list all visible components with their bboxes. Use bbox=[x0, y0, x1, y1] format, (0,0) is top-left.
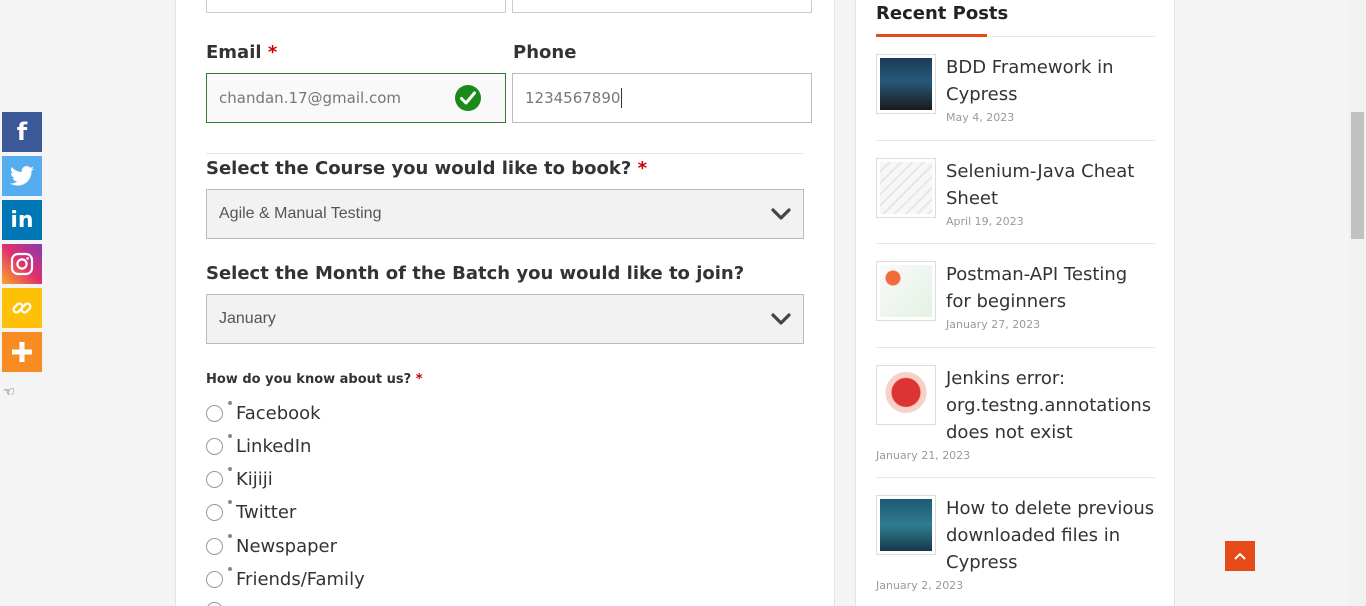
radio-label: Friends/Family bbox=[228, 566, 365, 590]
twitter-share-button[interactable] bbox=[2, 156, 42, 196]
radio-option-linkedin[interactable]: LinkedIn bbox=[206, 433, 311, 459]
course-selected-value: Agile & Manual Testing bbox=[219, 205, 382, 222]
facebook-share-button[interactable]: f bbox=[2, 112, 42, 152]
radio-option-kijiji[interactable]: Kijiji bbox=[206, 466, 273, 492]
radio-label: Twitter bbox=[227, 499, 297, 523]
sidebar: Recent Posts BDD Framework in Cypress Ma… bbox=[855, 0, 1175, 606]
previous-field-right[interactable] bbox=[512, 0, 812, 13]
post-separator bbox=[876, 140, 1155, 141]
chevron-down-icon bbox=[771, 313, 791, 325]
post-separator bbox=[876, 347, 1155, 348]
back-to-top-button[interactable] bbox=[1225, 541, 1255, 571]
chevron-down-icon bbox=[771, 208, 791, 220]
post-title-link[interactable]: Postman-API Testing for beginners bbox=[946, 261, 1156, 315]
radio-label: Kijiji bbox=[228, 466, 273, 490]
month-selected-value: January bbox=[219, 310, 276, 327]
more-share-button[interactable] bbox=[2, 332, 42, 372]
post-date: April 19, 2023 bbox=[946, 215, 1024, 228]
instagram-icon bbox=[10, 252, 34, 276]
required-mark: * bbox=[267, 42, 278, 63]
plus-icon bbox=[12, 342, 32, 362]
post-title-link[interactable]: Selenium-Java Cheat Sheet bbox=[946, 158, 1156, 212]
post-separator bbox=[876, 243, 1155, 244]
post-date: May 4, 2023 bbox=[946, 111, 1015, 124]
post-thumbnail[interactable] bbox=[876, 365, 936, 425]
previous-field-left[interactable] bbox=[206, 0, 506, 13]
post-thumbnail[interactable] bbox=[876, 54, 936, 114]
page: f in ☜ Email * Phone chandan.17@gmail.co… bbox=[0, 0, 1366, 606]
radio-option-newspaper[interactable]: Newspaper bbox=[206, 533, 337, 559]
radio-label: Facebook bbox=[228, 400, 321, 424]
radio-option-twitter[interactable]: Twitter bbox=[206, 499, 296, 525]
course-select[interactable]: Agile & Manual Testing bbox=[206, 189, 804, 239]
course-label: Select the Course you would like to book… bbox=[206, 158, 648, 179]
radio-button[interactable] bbox=[206, 404, 223, 422]
booking-form: Email * Phone chandan.17@gmail.com 12345… bbox=[175, 0, 835, 606]
post-title-link[interactable]: BDD Framework in Cypress bbox=[946, 54, 1156, 108]
radio-option-partial[interactable] bbox=[206, 597, 236, 606]
twitter-icon bbox=[10, 166, 34, 186]
radio-button[interactable] bbox=[206, 601, 223, 606]
email-label: Email * bbox=[206, 42, 278, 63]
valid-check-icon bbox=[455, 85, 481, 111]
month-select[interactable]: January bbox=[206, 294, 804, 344]
linkedin-icon: in bbox=[10, 207, 34, 233]
post-separator bbox=[876, 477, 1155, 478]
source-label: How do you know about us? * bbox=[206, 372, 423, 387]
post-title-link[interactable]: Jenkins error: org.testng.annotations do… bbox=[946, 365, 1156, 446]
radio-option-facebook[interactable]: Facebook bbox=[206, 400, 321, 426]
month-label: Select the Month of the Batch you would … bbox=[206, 263, 745, 284]
radio-button[interactable] bbox=[206, 537, 223, 555]
radio-label: Newspaper bbox=[228, 533, 337, 557]
email-value: chandan.17@gmail.com bbox=[219, 89, 401, 107]
radio-button[interactable] bbox=[206, 470, 223, 488]
instagram-share-button[interactable] bbox=[2, 244, 42, 284]
radio-button[interactable] bbox=[206, 570, 223, 588]
post-title-link[interactable]: How to delete previous downloaded files … bbox=[946, 495, 1156, 576]
text-caret bbox=[621, 88, 623, 108]
linkedin-share-button[interactable]: in bbox=[2, 200, 42, 240]
email-field[interactable]: chandan.17@gmail.com bbox=[206, 73, 506, 123]
chevron-up-icon bbox=[1234, 552, 1246, 560]
section-divider bbox=[206, 153, 804, 154]
phone-field[interactable]: 1234567890 bbox=[512, 73, 812, 123]
title-accent-bar bbox=[876, 34, 987, 37]
post-thumbnail[interactable] bbox=[876, 261, 936, 321]
link-icon bbox=[12, 302, 32, 314]
phone-label: Phone bbox=[513, 42, 577, 63]
radio-option-friends-family[interactable]: Friends/Family bbox=[206, 566, 365, 592]
scrollbar-thumb[interactable] bbox=[1351, 112, 1364, 239]
hide-share-bar-icon[interactable]: ☜ bbox=[3, 384, 15, 400]
radio-label: LinkedIn bbox=[227, 433, 312, 457]
social-share-bar: f in bbox=[2, 112, 42, 376]
phone-value: 1234567890 bbox=[525, 89, 621, 107]
page-scrollbar[interactable] bbox=[1349, 0, 1366, 606]
radio-button[interactable] bbox=[206, 437, 223, 455]
post-date: January 2, 2023 bbox=[876, 579, 964, 592]
post-thumbnail[interactable] bbox=[876, 158, 936, 218]
post-date: January 27, 2023 bbox=[946, 318, 1041, 331]
post-thumbnail[interactable] bbox=[876, 495, 936, 555]
facebook-icon: f bbox=[16, 118, 28, 146]
copy-link-button[interactable] bbox=[2, 288, 42, 328]
radio-button[interactable] bbox=[206, 503, 223, 521]
post-date: January 21, 2023 bbox=[876, 449, 971, 462]
recent-posts-title: Recent Posts bbox=[876, 3, 1009, 24]
